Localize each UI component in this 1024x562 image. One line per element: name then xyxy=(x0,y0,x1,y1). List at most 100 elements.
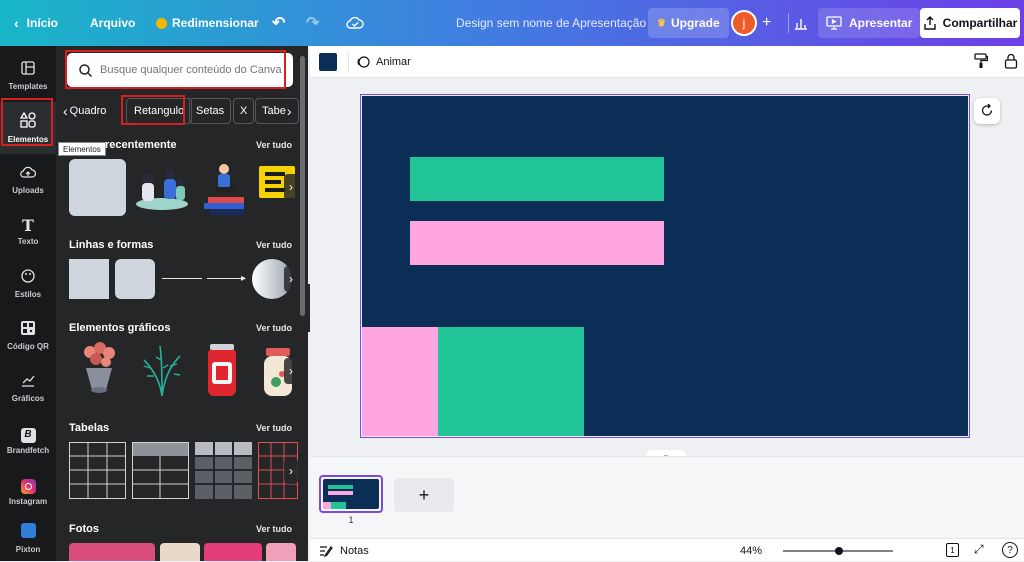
green-block[interactable] xyxy=(438,327,584,436)
photo-thumb[interactable] xyxy=(204,543,262,561)
notes-button[interactable]: Notas xyxy=(319,539,369,562)
rail-label: Pixton xyxy=(15,544,41,554)
tooltip: Elementos xyxy=(58,142,106,156)
color-swatch[interactable] xyxy=(319,53,337,71)
table-header-grid[interactable] xyxy=(132,442,189,499)
section-title-tables: Tabelas xyxy=(69,422,110,434)
share-label: Compartilhar xyxy=(942,16,1018,30)
zoom-slider-knob[interactable] xyxy=(834,547,843,555)
photo-thumb[interactable] xyxy=(160,543,200,561)
photo-thumb[interactable] xyxy=(69,543,155,561)
animate-button[interactable]: Animar xyxy=(356,46,411,78)
rail-item-charts[interactable]: Gráficos xyxy=(0,362,56,414)
section-title-lines: Linhas e formas xyxy=(69,239,154,251)
rail-item-brandfetch[interactable]: B Brandfetch xyxy=(0,414,56,466)
share-icon xyxy=(923,16,936,30)
graphic-flower-vase[interactable] xyxy=(78,342,120,398)
table-grid-outline[interactable] xyxy=(69,442,126,499)
insights-icon[interactable] xyxy=(794,0,808,46)
highlight-box xyxy=(1,98,53,146)
page-thumbnail[interactable] xyxy=(319,475,383,513)
recent-books-illustration[interactable] xyxy=(198,159,250,217)
invite-button[interactable]: + xyxy=(762,0,771,46)
chevron-right-icon[interactable]: › xyxy=(284,266,298,292)
rail-item-uploads[interactable]: Uploads xyxy=(0,154,56,206)
present-button[interactable]: Apresentar xyxy=(818,8,921,38)
rail-item-qr[interactable]: Código QR xyxy=(0,310,56,362)
chip-x[interactable]: X xyxy=(233,98,255,124)
fullscreen-icon[interactable]: ⤢ xyxy=(974,542,984,557)
see-all-graphics[interactable]: Ver tudo xyxy=(256,323,292,333)
rail-label: Instagram xyxy=(8,497,48,506)
help-button[interactable]: ? xyxy=(1002,542,1018,558)
slide[interactable] xyxy=(362,96,968,436)
cloud-saved-icon[interactable] xyxy=(346,0,364,46)
chip-label: Tabe xyxy=(262,105,286,117)
zoom-slider[interactable] xyxy=(783,547,893,555)
refresh-ai-button[interactable] xyxy=(974,98,1000,124)
top-bar: ‹ Início Arquivo Redimensionar ↶ ↷ Desig… xyxy=(0,0,1024,46)
chevron-right-icon[interactable]: › xyxy=(284,174,298,200)
editor-toolbar: Animar xyxy=(310,46,1024,78)
crown-icon xyxy=(156,17,167,29)
page-count-button[interactable]: 1 xyxy=(946,543,959,557)
see-all-photos[interactable]: Ver tudo xyxy=(256,524,292,534)
pink-block[interactable] xyxy=(362,327,438,436)
see-all-tables[interactable]: Ver tudo xyxy=(256,423,292,433)
rail-item-templates[interactable]: Templates xyxy=(0,50,56,102)
present-label: Apresentar xyxy=(849,16,913,30)
lock-icon[interactable] xyxy=(1004,53,1018,74)
chip-label: Quadro xyxy=(69,105,107,117)
rail-item-instagram[interactable]: Instagram xyxy=(0,466,56,518)
chip-setas[interactable]: Setas xyxy=(189,98,232,124)
add-page-button[interactable]: + xyxy=(394,478,454,512)
mini-green-block xyxy=(331,502,346,509)
paint-format-icon[interactable] xyxy=(974,53,989,72)
section-title-recent: recentemente xyxy=(105,139,177,151)
see-all-recent[interactable]: Ver tudo xyxy=(256,140,292,150)
chevron-left-icon: ‹ xyxy=(14,15,19,31)
shape-arrow-line[interactable] xyxy=(207,278,245,279)
zoom-value[interactable]: 44% xyxy=(740,539,762,562)
table-gray-grid[interactable] xyxy=(195,442,252,499)
design-title[interactable]: Design sem nome de Apresentação xyxy=(456,0,646,46)
present-icon xyxy=(826,16,842,30)
chevron-left-icon: ‹ xyxy=(63,103,68,119)
crown-icon: ♛ xyxy=(657,17,666,29)
mini-pink-rect xyxy=(328,491,353,495)
rail-label: Gráficos xyxy=(11,394,45,403)
chevron-right-icon[interactable]: › xyxy=(284,358,298,384)
chevron-right-icon[interactable]: › xyxy=(284,458,298,484)
panel-scrollbar[interactable] xyxy=(300,56,305,316)
recent-people-illustration[interactable] xyxy=(134,164,190,212)
resize-button[interactable]: Redimensionar xyxy=(156,0,259,46)
graphic-cola-can[interactable] xyxy=(202,342,242,400)
divider xyxy=(788,13,789,33)
slide-selection[interactable] xyxy=(360,94,970,438)
rail-item-styles[interactable]: Estilos xyxy=(0,258,56,310)
recent-rounded-square[interactable] xyxy=(69,159,126,216)
redo-icon[interactable]: ↷ xyxy=(306,0,319,46)
share-button[interactable]: Compartilhar xyxy=(920,8,1020,38)
upgrade-button[interactable]: ♛ Upgrade xyxy=(648,8,729,38)
file-menu[interactable]: Arquivo xyxy=(90,0,135,46)
home-button[interactable]: ‹ Início xyxy=(14,0,58,46)
see-all-lines[interactable]: Ver tudo xyxy=(256,240,292,250)
notes-label: Notas xyxy=(340,544,369,557)
rail-item-text[interactable]: T Texto xyxy=(0,206,56,258)
green-rectangle[interactable] xyxy=(410,157,664,201)
graphic-plant[interactable] xyxy=(140,342,184,398)
undo-icon[interactable]: ↶ xyxy=(272,0,285,46)
photo-thumb[interactable] xyxy=(266,543,296,561)
chevron-right-icon: › xyxy=(286,103,292,119)
rail-label: Estilos xyxy=(14,290,42,299)
chip-tabelas[interactable]: Tabe › xyxy=(255,98,299,124)
chip-quadro[interactable]: ‹ Quadro xyxy=(63,98,106,124)
shape-line[interactable] xyxy=(162,278,202,279)
avatar[interactable]: j xyxy=(731,10,757,36)
shape-rounded-square[interactable] xyxy=(115,259,155,299)
rail-label: Brandfetch xyxy=(6,445,50,455)
rail-item-pixton[interactable]: Pixton xyxy=(0,518,56,558)
pink-rectangle[interactable] xyxy=(410,221,664,265)
shape-square[interactable] xyxy=(69,259,109,299)
